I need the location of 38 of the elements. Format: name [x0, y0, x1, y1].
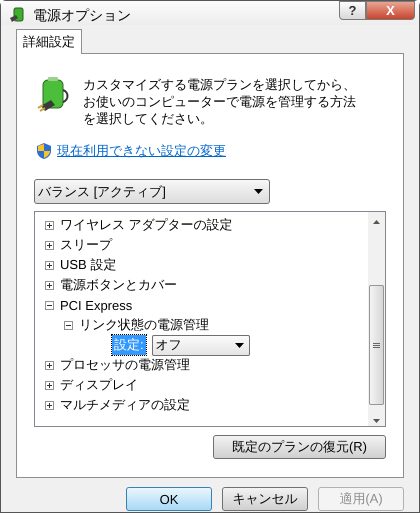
battery-plug-icon — [37, 76, 69, 112]
caret-icon — [234, 342, 244, 348]
expand-icon[interactable] — [45, 400, 54, 410]
scroll-down-icon[interactable] — [373, 419, 380, 423]
window-title: 電源オプション — [33, 7, 132, 25]
expand-icon[interactable] — [45, 280, 54, 290]
tree-item[interactable]: PCI Express — [60, 298, 132, 312]
tree-item[interactable]: プロセッサの電源管理 — [60, 356, 190, 374]
expand-icon[interactable] — [45, 380, 54, 390]
change-settings-link[interactable]: 現在利用できない設定の変更 — [57, 142, 226, 160]
shield-icon — [37, 143, 51, 159]
restore-defaults-button[interactable]: 既定のプランの復元(R) — [213, 435, 386, 459]
setting-label: 設定: — [112, 335, 146, 355]
tree-item[interactable]: ディスプレイ — [60, 376, 138, 394]
scrollbar-thumb[interactable] — [369, 285, 384, 405]
grip-icon — [373, 342, 380, 348]
expand-icon[interactable] — [45, 260, 54, 270]
description-text: カスタマイズする電源プランを選択してから、お使いのコンピューターで電源を管理する方法を選択してください。 — [83, 76, 357, 127]
tab[interactable]: 詳細設定 — [16, 29, 82, 54]
caret-icon — [254, 189, 263, 194]
tree-item[interactable]: スリープ — [60, 236, 112, 254]
setting-dropdown[interactable]: オフ — [152, 334, 250, 356]
expand-icon[interactable] — [45, 220, 54, 230]
tree-item[interactable]: USB 設定 — [60, 256, 116, 274]
collapse-icon[interactable] — [64, 320, 73, 330]
tree-item[interactable]: 電源ボタンとカバー — [60, 276, 177, 294]
dialog-button[interactable]: OK — [126, 487, 212, 511]
expand-icon[interactable] — [45, 360, 54, 370]
tree-item[interactable]: ワイヤレス アダプターの設定 — [60, 216, 233, 234]
collapse-icon[interactable] — [45, 300, 54, 310]
tree-item[interactable]: リンク状態の電源管理 — [79, 316, 209, 334]
scrollbar[interactable] — [368, 212, 385, 426]
dialog-button[interactable]: キャンセル — [222, 487, 308, 511]
tree-item[interactable]: マルチメディアの設定 — [60, 396, 190, 414]
scroll-up-icon[interactable] — [373, 220, 380, 224]
plan-dropdown[interactable]: バランス [アクティブ] — [34, 179, 270, 204]
help-button[interactable]: ? — [339, 1, 366, 20]
expand-icon[interactable] — [45, 240, 54, 250]
